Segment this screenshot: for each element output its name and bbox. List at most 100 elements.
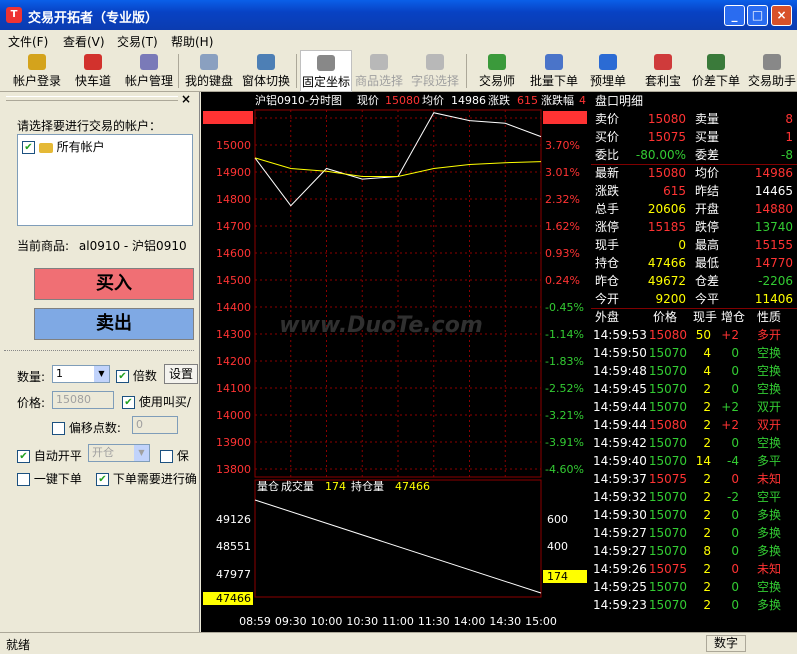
keep-checkbox[interactable]: [160, 450, 173, 463]
toolbar-button-preset-order[interactable]: 预埋单: [584, 50, 632, 92]
tick-cell: -4: [727, 454, 739, 468]
tick-cell: 15070: [648, 364, 687, 378]
maximize-button[interactable]: □: [747, 5, 768, 26]
quote-value: 14986: [754, 166, 793, 180]
vol-header-label: 量仓: [257, 479, 279, 493]
tick-cell: 多换: [757, 544, 782, 558]
account-item-all[interactable]: ✔ 所有帐户: [22, 138, 105, 155]
tick-cell: 14: [695, 454, 711, 468]
menu-help[interactable]: 帮助(H): [171, 33, 213, 50]
tick-cell: 空换: [757, 364, 782, 378]
tick-header-cell: 现手: [693, 310, 718, 324]
quote-label: 买量: [695, 130, 720, 144]
quote-value: -2206: [758, 274, 793, 288]
pct-label: 涨跌幅: [541, 93, 574, 107]
price-input[interactable]: 15080: [52, 391, 114, 409]
auto-open-checkbox[interactable]: ✔: [17, 450, 30, 463]
oi-tick-label: 47977: [216, 568, 251, 581]
toolbar-button-magnet[interactable]: 快车道: [68, 50, 118, 92]
avg-value: 14986: [451, 94, 486, 107]
close-button[interactable]: ×: [771, 5, 792, 26]
quote-value: 14880: [754, 202, 793, 216]
tick-cell: 0: [731, 544, 739, 558]
order-confirm-checkbox[interactable]: ✔: [96, 473, 109, 486]
quote-label: 仓差: [695, 274, 720, 288]
toolbar-button-pin[interactable]: 固定坐标: [300, 50, 352, 92]
oi-tick-label: 49126: [216, 513, 251, 526]
pct-tick-label: 3.01%: [545, 166, 580, 179]
panel-close-icon[interactable]: ×: [181, 92, 191, 106]
tick-cell: 8: [703, 544, 711, 558]
oi-value: 47466: [395, 480, 430, 493]
toolbar-button-trader[interactable]: 交易师: [472, 50, 522, 92]
time-tick-label: 15:00: [525, 615, 557, 628]
quote-value: 15080: [647, 112, 686, 126]
menu-file[interactable]: 文件(F): [8, 33, 48, 50]
batch-order-icon: [545, 54, 563, 70]
tick-cell: 15070: [648, 508, 687, 522]
tick-cell: 多开: [757, 328, 782, 342]
toolbar-button-assistant[interactable]: 交易助手: [744, 50, 797, 92]
menu-view[interactable]: 查看(V): [63, 33, 105, 50]
price-tick-label: 14400: [216, 301, 251, 314]
price-tick-label: 14600: [216, 247, 251, 260]
toolbar-button-product[interactable]: 商品选择: [352, 50, 406, 92]
quote-value: -8: [781, 148, 793, 162]
tick-cell: 2: [703, 580, 711, 594]
toolbar-button-field[interactable]: 字段选择: [408, 50, 462, 92]
app-logo-icon: T: [6, 7, 22, 23]
tick-cell: 14:59:27: [593, 544, 647, 558]
time-tick-label: 11:30: [418, 615, 450, 628]
minimize-button[interactable]: _: [724, 5, 745, 26]
vol-tick-label: 174: [547, 570, 568, 583]
quote-label: 卖量: [695, 112, 720, 126]
tick-cell: -2: [727, 490, 739, 504]
tick-cell: 50: [695, 328, 711, 342]
panel-grip[interactable]: [6, 96, 178, 101]
account-checkbox[interactable]: ✔: [22, 141, 35, 154]
price-tick-label: 14900: [216, 166, 251, 179]
one-click-checkbox[interactable]: [17, 473, 30, 486]
tick-cell: 14:59:23: [593, 598, 647, 612]
account-list[interactable]: ✔ 所有帐户: [17, 134, 193, 226]
open-close-value: 开仓: [92, 446, 114, 459]
one-click-label: 一键下单: [33, 472, 82, 486]
buy-button[interactable]: 买入: [34, 268, 194, 300]
multiple-checkbox[interactable]: ✔: [116, 370, 129, 383]
current-price-marker: [203, 111, 253, 124]
intraday-chart[interactable]: 151804.35%150003.70%149003.01%148002.32%…: [201, 92, 591, 632]
toolbar-label: 交易师: [478, 74, 515, 88]
toolbar-button-account[interactable]: 帐户管理: [120, 50, 178, 92]
use-call-checkbox[interactable]: ✔: [122, 396, 135, 409]
quote-value: 49672: [647, 274, 686, 288]
toolbar-separator: [178, 54, 179, 88]
tick-cell: +2: [721, 328, 739, 342]
tick-cell: 2: [703, 436, 711, 450]
assistant-icon: [763, 54, 781, 70]
toolbar-button-keyboard[interactable]: 我的键盘: [182, 50, 236, 92]
offset-input[interactable]: 0: [132, 416, 178, 434]
toolbar-button-arbitrage[interactable]: 套利宝: [640, 50, 686, 92]
toolbar-button-spread-order[interactable]: 价差下单: [690, 50, 742, 92]
open-close-select[interactable]: 开仓 ▼: [88, 444, 150, 462]
sell-button[interactable]: 卖出: [34, 308, 194, 340]
toolbar-button-batch-order[interactable]: 批量下单: [526, 50, 582, 92]
menu-trade[interactable]: 交易(T): [117, 33, 158, 50]
toolbar-button-coins[interactable]: 帐户登录: [8, 50, 66, 92]
toolbar-label: 商品选择: [354, 74, 403, 88]
tick-cell: 2: [703, 598, 711, 612]
offset-checkbox[interactable]: [52, 422, 65, 435]
tick-cell: 14:59:44: [593, 418, 647, 432]
tick-row: 14:59:30 15070 2 0 多换: [591, 506, 797, 524]
vol-value: 174: [325, 480, 346, 493]
tick-cell: 0: [731, 436, 739, 450]
quote-value: 20606: [647, 202, 686, 216]
settings-button[interactable]: 设置: [164, 364, 198, 384]
quote-value: 14465: [754, 184, 793, 198]
tick-cell: +2: [721, 400, 739, 414]
quote-value: 47466: [647, 256, 686, 270]
toolbar-button-window-switch[interactable]: 窗体切换: [238, 50, 294, 92]
oi-tick-label: 48551: [216, 540, 251, 553]
quantity-select[interactable]: 1 ▼: [52, 365, 110, 383]
quote-value: 0: [678, 238, 686, 252]
